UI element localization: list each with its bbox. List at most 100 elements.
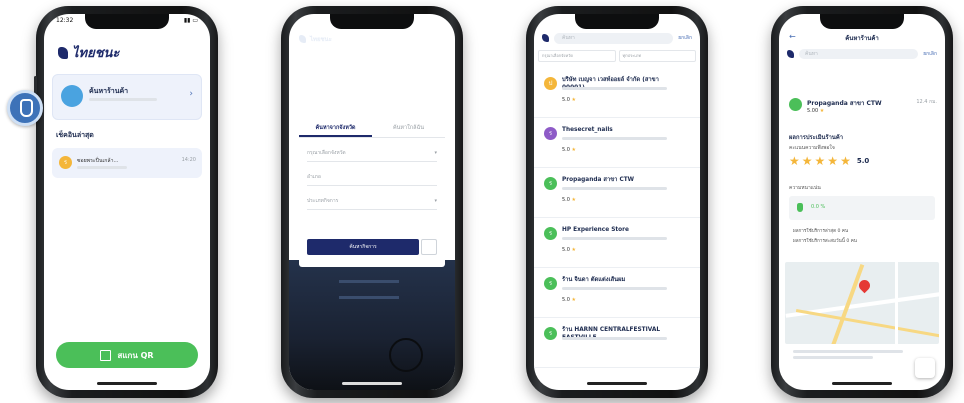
header-logo: ไทยชนะ: [299, 34, 332, 44]
logo-mark-icon: [542, 34, 549, 42]
recent-item-detail: [77, 166, 127, 169]
location-map[interactable]: [785, 262, 939, 344]
shelf: [339, 280, 399, 283]
tap-hand-icon: [7, 90, 43, 126]
tab-near-me[interactable]: ค้นหาใกล้ฉัน: [372, 119, 445, 137]
app-logo: ไทยชนะ: [58, 42, 119, 63]
result-item[interactable]: ร Thesecret_nails 5.0 ★: [534, 118, 700, 168]
result-rating: 5.0 ★: [562, 297, 576, 303]
search-button[interactable]: ค้นหากิจการ: [307, 239, 419, 255]
province-placeholder: กรุณาเลือกจังหวัด: [307, 150, 346, 156]
recent-item-time: 14:20: [181, 157, 196, 163]
search-card-subtitle: [89, 98, 157, 101]
rating-stars: ★ ★ ★ ★ ★ 5.0: [789, 154, 869, 168]
brand-name: ไทยชนะ: [310, 36, 332, 43]
background-storefront: [289, 260, 455, 390]
shop-distance: 12.4 กม.: [916, 99, 937, 105]
star-icon: ★: [571, 247, 577, 253]
chevron-down-icon: ▾: [434, 198, 437, 204]
screen: ไทยชนะ ค้นหากิจการพร้อมให้บริการ ในช่วงโค…: [289, 14, 455, 390]
tab-by-province[interactable]: ค้นหาจากจังหวัด: [299, 119, 372, 137]
map-road: [795, 308, 939, 339]
result-item[interactable]: รร้าน HARNN CENTRALFESTIVAL EASTVILLE: [534, 318, 700, 368]
screen: 12:32 ▮▮ ▭ ไทยชนะ ค้นหาร้านค้า › เช็คอินล…: [44, 14, 210, 390]
category-placeholder: ประเภทกิจการ: [307, 198, 339, 204]
page-title: ค้นหาร้านค้า: [845, 35, 879, 42]
star-icon: ★: [571, 197, 577, 203]
star-icon: ★: [571, 297, 577, 303]
star-icon: ★: [819, 108, 825, 114]
result-item[interactable]: ร Propaganda สาขา CTW 5.0 ★: [534, 168, 700, 218]
recent-checkin-item[interactable]: ร ซอยพระปิ่นเกล้า... 14:20: [52, 148, 202, 178]
home-indicator: [97, 382, 157, 385]
shop-name: Propaganda สาขา CTW: [807, 100, 882, 107]
shop-rating: 5.00 ★: [807, 108, 824, 114]
category-select[interactable]: ประเภทกิจการ ▾: [307, 193, 437, 210]
shelf: [339, 296, 399, 299]
result-item[interactable]: ปบริษัท เบญจา เวสท์ออยล์ จำกัด (สาขา 000…: [534, 68, 700, 118]
home-indicator: [587, 382, 647, 385]
search-bar: ค้นหา ยกเลิก: [542, 30, 692, 46]
cancel-button[interactable]: ยกเลิก: [678, 34, 692, 42]
category-filter[interactable]: ทุกประเภท: [618, 50, 696, 62]
shop-category-icon: ป: [544, 77, 557, 90]
density-label: ความหนาแน่น: [789, 185, 821, 191]
search-input[interactable]: ค้นหา: [799, 49, 919, 59]
shop-category-icon: ร: [59, 156, 72, 169]
cancel-button[interactable]: ยกเลิก: [923, 50, 937, 58]
result-rating: 5.0 ★: [562, 197, 576, 203]
shop-category-icon: ร: [544, 227, 557, 240]
logo-mark-icon: [58, 46, 68, 59]
qr-scan-icon[interactable]: [421, 239, 437, 255]
star-icon: ★: [814, 154, 826, 168]
result-name: Propaganda สาขา CTW: [562, 177, 635, 183]
shop-header: Propaganda สาขา CTW 5.00 ★ 12.4 กม.: [787, 94, 937, 122]
phone-search-form: ไทยชนะ ค้นหากิจการพร้อมให้บริการ ในช่วงโค…: [281, 6, 463, 398]
result-item[interactable]: ร HP Experience Store 5.0 ★: [534, 218, 700, 268]
shop-category-icon: ร: [544, 327, 557, 340]
rating-value: 5.0: [562, 197, 570, 203]
rating-value: 5.0: [562, 247, 570, 253]
search-input[interactable]: ค้นหา: [554, 32, 674, 44]
notch: [820, 14, 904, 29]
result-rating: 5.0 ★: [562, 147, 576, 153]
map-pin-icon: [856, 277, 873, 294]
search-form: ค้นหาจากจังหวัด ค้นหาใกล้ฉัน กรุณาเลือกจ…: [299, 119, 445, 267]
phone-results-list: ค้นหา ยกเลิก กรุณาเลือกจังหวัด ทุกประเภท…: [526, 6, 708, 398]
map-road: [895, 262, 898, 344]
phone-home-screen: 12:32 ▮▮ ▭ ไทยชนะ ค้นหาร้านค้า › เช็คอินล…: [34, 6, 218, 398]
scan-qr-button[interactable]: สแกน QR: [56, 342, 198, 368]
recaptcha-icon: [915, 358, 935, 378]
result-item[interactable]: ร ร้าน จินดา ตัดแต่งเส้นผม 5.0 ★: [534, 268, 700, 318]
density-percent: 0.0 %: [811, 204, 826, 210]
rating-value: 5.0: [562, 147, 570, 153]
star-icon: ★: [571, 147, 577, 153]
recent-visitors: ผลการใช้บริการล่าสุด 0 คน: [793, 229, 849, 234]
screen: ← ค้นหาร้านค้า ค้นหา ยกเลิก Propaganda ส…: [779, 14, 945, 390]
scan-qr-label: สแกน QR: [117, 350, 154, 360]
shop-category-icon: [789, 98, 802, 111]
shop-category-icon: ร: [544, 127, 557, 140]
screen: ค้นหา ยกเลิก กรุณาเลือกจังหวัด ทุกประเภท…: [534, 14, 700, 390]
search-bar: ค้นหา ยกเลิก: [787, 48, 937, 60]
result-rating: 5.0 ★: [562, 247, 576, 253]
shop-category-icon: ร: [544, 277, 557, 290]
status-bar: 12:32 ▮▮ ▭: [56, 17, 198, 24]
result-name: Thesecret_nails: [562, 127, 613, 133]
result-address: [562, 287, 667, 290]
logo-mark-icon: [787, 50, 794, 58]
result-address: [562, 87, 667, 90]
star-icon: ★: [827, 154, 839, 168]
district-select[interactable]: อำเภอ: [307, 169, 437, 186]
signal-icon: ▮▮ ▭: [183, 17, 198, 24]
address-line: [793, 350, 903, 353]
result-address: [562, 237, 667, 240]
province-filter[interactable]: กรุณาเลือกจังหวัด: [538, 50, 616, 62]
province-select[interactable]: กรุณาเลือกจังหวัด ▾: [307, 145, 437, 162]
notch: [330, 14, 414, 29]
headline: ค้นหากิจการพร้อมให้บริการ ในช่วงโควิด-19 …: [289, 70, 455, 94]
search-shop-card[interactable]: ค้นหาร้านค้า ›: [52, 74, 202, 120]
notch: [575, 14, 659, 29]
rating-value: 5.0: [562, 297, 570, 303]
clock: 12:32: [56, 17, 74, 24]
